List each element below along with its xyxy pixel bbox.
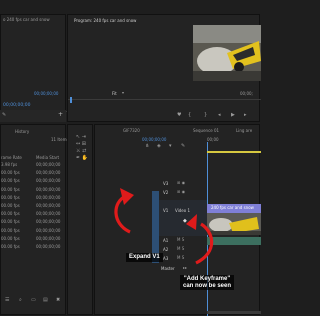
expand-v1-callout: Expand V1 <box>126 253 163 262</box>
add-keyframe-callout-line2: can now be seen <box>183 282 232 289</box>
expand-arrowhead <box>120 188 134 205</box>
add-keyframe-callout-line1: "Add Keyframe" <box>183 276 231 282</box>
add-keyframe-callout: "Add Keyframe" can now be seen <box>180 275 235 290</box>
expand-arrow <box>114 194 131 234</box>
annotation-arrows <box>114 188 214 265</box>
keyframe-arrowhead <box>186 214 197 230</box>
keyframe-arrow <box>195 222 214 265</box>
